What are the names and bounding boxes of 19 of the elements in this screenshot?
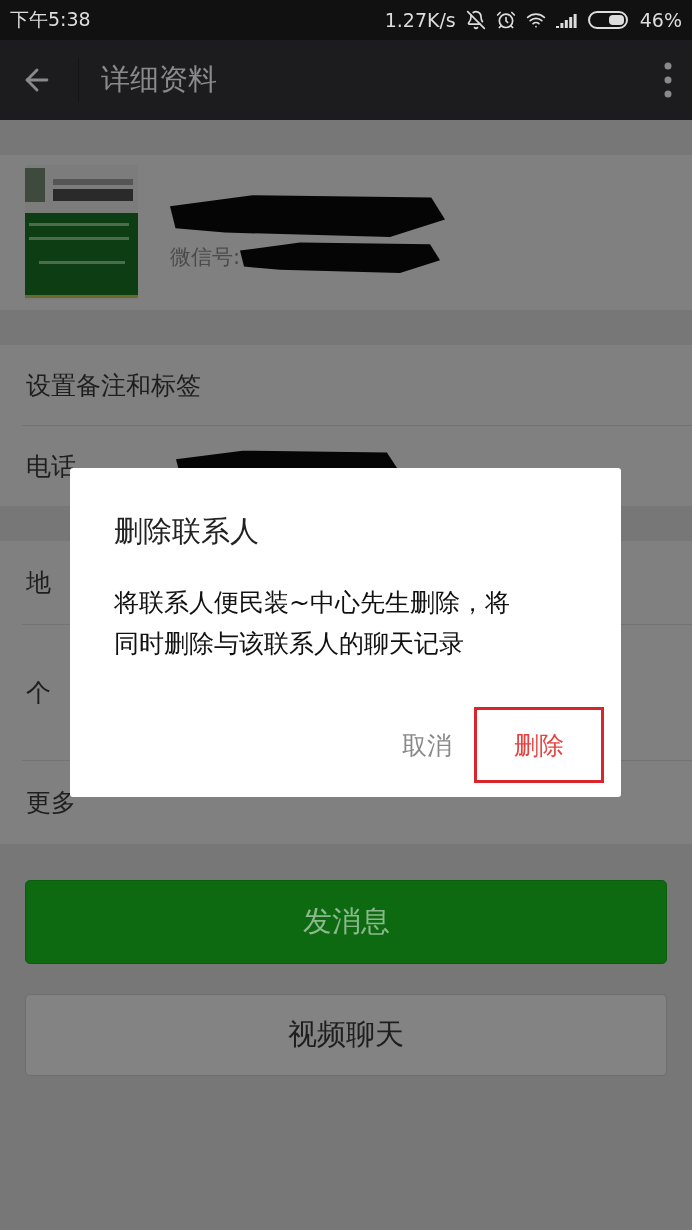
wifi-icon bbox=[525, 10, 546, 30]
battery-icon bbox=[587, 11, 630, 29]
dialog-title: 删除联系人 bbox=[114, 513, 260, 550]
signal-icon bbox=[555, 12, 578, 28]
video-call-button[interactable]: 视频聊天 bbox=[25, 994, 667, 1076]
more-icon[interactable] bbox=[664, 62, 672, 98]
row-label: 个 bbox=[26, 677, 51, 709]
row-label: 设置备注和标签 bbox=[26, 369, 201, 402]
status-time: 下午5:38 bbox=[10, 7, 91, 32]
network-speed: 1.27K/s bbox=[384, 9, 456, 31]
send-message-button[interactable]: 发消息 bbox=[25, 880, 667, 964]
page-title: 详细资料 bbox=[101, 61, 218, 98]
row-label: 更多 bbox=[26, 787, 76, 819]
list-row[interactable]: 设置备注和标签 bbox=[22, 345, 692, 425]
dialog-message: 将联系人便民装~中心先生删除，将同时删除与该联系人的聊天记录 bbox=[114, 587, 511, 660]
battery-percent: 46% bbox=[639, 9, 682, 31]
muted-bell-icon bbox=[465, 10, 486, 30]
delete-button[interactable]: 删除 bbox=[474, 707, 604, 783]
alarm-icon bbox=[495, 10, 516, 30]
